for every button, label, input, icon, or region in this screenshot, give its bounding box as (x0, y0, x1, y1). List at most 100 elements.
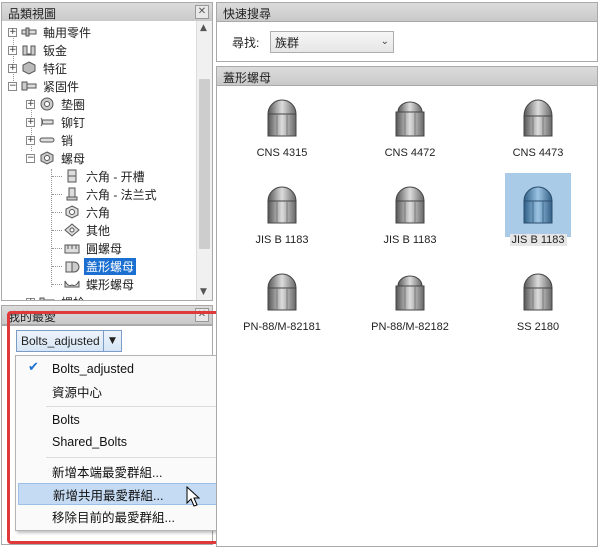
tree-item-round-nut[interactable]: 圓螺母 (64, 239, 124, 257)
part-item[interactable]: CNS 4315 (227, 94, 337, 170)
expand-toggle[interactable]: + (26, 117, 35, 127)
close-icon[interactable]: ✕ (195, 5, 209, 19)
tree-item-label: 螺栓 (59, 294, 87, 301)
menu-item-add-local-group[interactable]: 新增本端最愛群組... (18, 460, 222, 482)
menu-item-label: Shared_Bolts (52, 435, 128, 449)
pin-icon (39, 137, 55, 143)
tree-scrollbar[interactable]: ▲ ▼ (196, 21, 212, 300)
part-name: SS 2180 (516, 321, 560, 333)
quick-search-title-text: 快速搜尋 (223, 7, 272, 21)
tree-item-flange-hex[interactable]: 六角 - 法兰式 (64, 185, 159, 203)
scroll-down-icon[interactable]: ▼ (200, 287, 207, 297)
close-icon[interactable]: ✕ (195, 308, 209, 322)
tree-item-feature[interactable]: + 特征 (8, 59, 69, 77)
part-name: JIS B 1183 (509, 234, 567, 246)
flange-hex-nut-icon (66, 187, 78, 201)
favorites-group-select[interactable]: Bolts_adjusted ▼ (16, 330, 122, 352)
round-nut-icon (64, 244, 80, 254)
tree-item-label: 圓螺母 (86, 241, 123, 256)
results-title: 蓋形螺母 (216, 66, 598, 86)
tree-item-pin[interactable]: + 销 (26, 131, 75, 149)
other-nut-icon (64, 223, 80, 237)
hex-nut-icon (65, 205, 79, 219)
tree-item-label: 其他 (86, 223, 111, 238)
tree-item-label: 螺母 (61, 151, 86, 166)
menu-item-shared-bolts[interactable]: Shared_Bolts (18, 431, 222, 453)
bolt-icon (39, 297, 55, 300)
collapse-toggle[interactable]: − (8, 81, 17, 91)
menu-item-label: 新增本端最愛群組... (52, 465, 163, 480)
menu-item-resource-center[interactable]: 資源中心 (18, 380, 222, 402)
tree-item-slotted-hex[interactable]: 六角 - 开槽 (64, 167, 147, 185)
results-grid: CNS 4315 CNS 4472 CNS 4473 JIS B 1183 JI… (216, 86, 598, 547)
menu-item-bolts[interactable]: Bolts (18, 409, 222, 431)
expand-toggle[interactable]: + (26, 135, 35, 145)
part-name: PN-88/M-82181 (243, 321, 321, 333)
tree-item-hex[interactable]: 六角 (64, 203, 112, 221)
tree-item-rivet[interactable]: + 铆钉 (26, 113, 87, 131)
part-name: JIS B 1183 (255, 234, 309, 246)
part-item[interactable]: JIS B 1183 (227, 181, 337, 257)
collapse-toggle[interactable]: − (26, 153, 35, 163)
expand-toggle[interactable]: + (8, 27, 17, 37)
part-name: CNS 4472 (384, 147, 436, 159)
wing-nut-icon (64, 280, 80, 288)
cap-nut-image (395, 101, 425, 137)
tree-item-washer[interactable]: + 垫圈 (26, 95, 87, 113)
scroll-up-icon[interactable]: ▲ (200, 23, 207, 33)
part-item[interactable]: PN-88/M-82181 (227, 268, 337, 344)
tree-item-label: 特征 (43, 61, 68, 76)
checkmark-icon: ✔ (28, 360, 39, 375)
tree-item-label: 钣金 (43, 43, 68, 58)
part-name: PN-88/M-82182 (371, 321, 449, 333)
scrollbar-thumb[interactable] (199, 79, 210, 249)
tree-item-sheet-metal[interactable]: + 钣金 (8, 41, 69, 59)
menu-item-remove-group[interactable]: 移除目前的最愛群組... (18, 505, 222, 527)
tree-item-label: 销 (61, 133, 74, 148)
nut-icon (40, 151, 54, 165)
family-select[interactable]: 族群 ⌄ (270, 31, 394, 53)
part-item[interactable]: JIS B 1183 (355, 181, 465, 257)
part-item[interactable]: CNS 4473 (483, 94, 593, 170)
tree-item-label: 六角 - 开槽 (86, 169, 145, 184)
tree-item-label: 垫圈 (61, 97, 86, 112)
tree-item-label: 軸用零件 (43, 25, 92, 40)
category-tree: + 軸用零件 + 钣金 + 特征 − 紧固件 + 垫圈 + 铆钉 + 销 − 螺… (1, 21, 213, 301)
expand-toggle[interactable]: + (8, 63, 17, 73)
shaft-part-icon (21, 27, 37, 37)
expand-toggle[interactable]: + (26, 99, 35, 109)
part-item[interactable]: CNS 4472 (355, 94, 465, 170)
part-item[interactable]: PN-88/M-82182 (355, 268, 465, 344)
cap-nut-image (523, 186, 553, 224)
category-view-title: 品類視圖 ✕ (1, 2, 213, 22)
tree-item-bolt[interactable]: + 螺栓 (26, 293, 87, 301)
tree-item-label: 六角 (86, 205, 111, 220)
part-name: CNS 4473 (512, 147, 564, 159)
results-title-text: 蓋形螺母 (223, 71, 272, 85)
tree-item-label: 六角 - 法兰式 (86, 187, 157, 202)
mouse-cursor-icon (186, 486, 201, 507)
tree-item-wing-nut[interactable]: 蝶形螺母 (64, 275, 136, 293)
sheet-metal-icon (22, 45, 36, 56)
tree-item-fasteners[interactable]: − 紧固件 (8, 77, 81, 95)
part-item-selected[interactable]: JIS B 1183 (483, 173, 593, 257)
slotted-hex-nut-icon (67, 169, 77, 183)
cap-nut-image (267, 186, 297, 224)
dropdown-arrow-icon[interactable]: ▼ (103, 331, 121, 351)
chevron-down-icon[interactable]: ⌄ (381, 36, 389, 47)
menu-item-label: 資源中心 (52, 385, 103, 400)
tree-item-nut[interactable]: − 螺母 (26, 149, 87, 167)
feature-icon (22, 61, 36, 75)
expand-toggle[interactable]: + (8, 45, 17, 55)
tree-item-cap-nut[interactable]: 盖形螺母 (64, 257, 137, 275)
quick-search-title: 快速搜尋 (216, 2, 598, 22)
expand-toggle[interactable]: + (26, 297, 35, 300)
tree-item-other[interactable]: 其他 (64, 221, 112, 239)
find-label: 尋找: (232, 36, 260, 50)
menu-item-bolts-adjusted[interactable]: ✔ Bolts_adjusted (18, 358, 222, 380)
washer-icon (40, 97, 54, 111)
category-view-title-text: 品類視圖 (8, 7, 57, 21)
part-item[interactable]: SS 2180 (483, 268, 593, 344)
tree-item-label: 铆钉 (61, 115, 86, 130)
tree-item-shaft-parts[interactable]: + 軸用零件 (8, 23, 93, 41)
